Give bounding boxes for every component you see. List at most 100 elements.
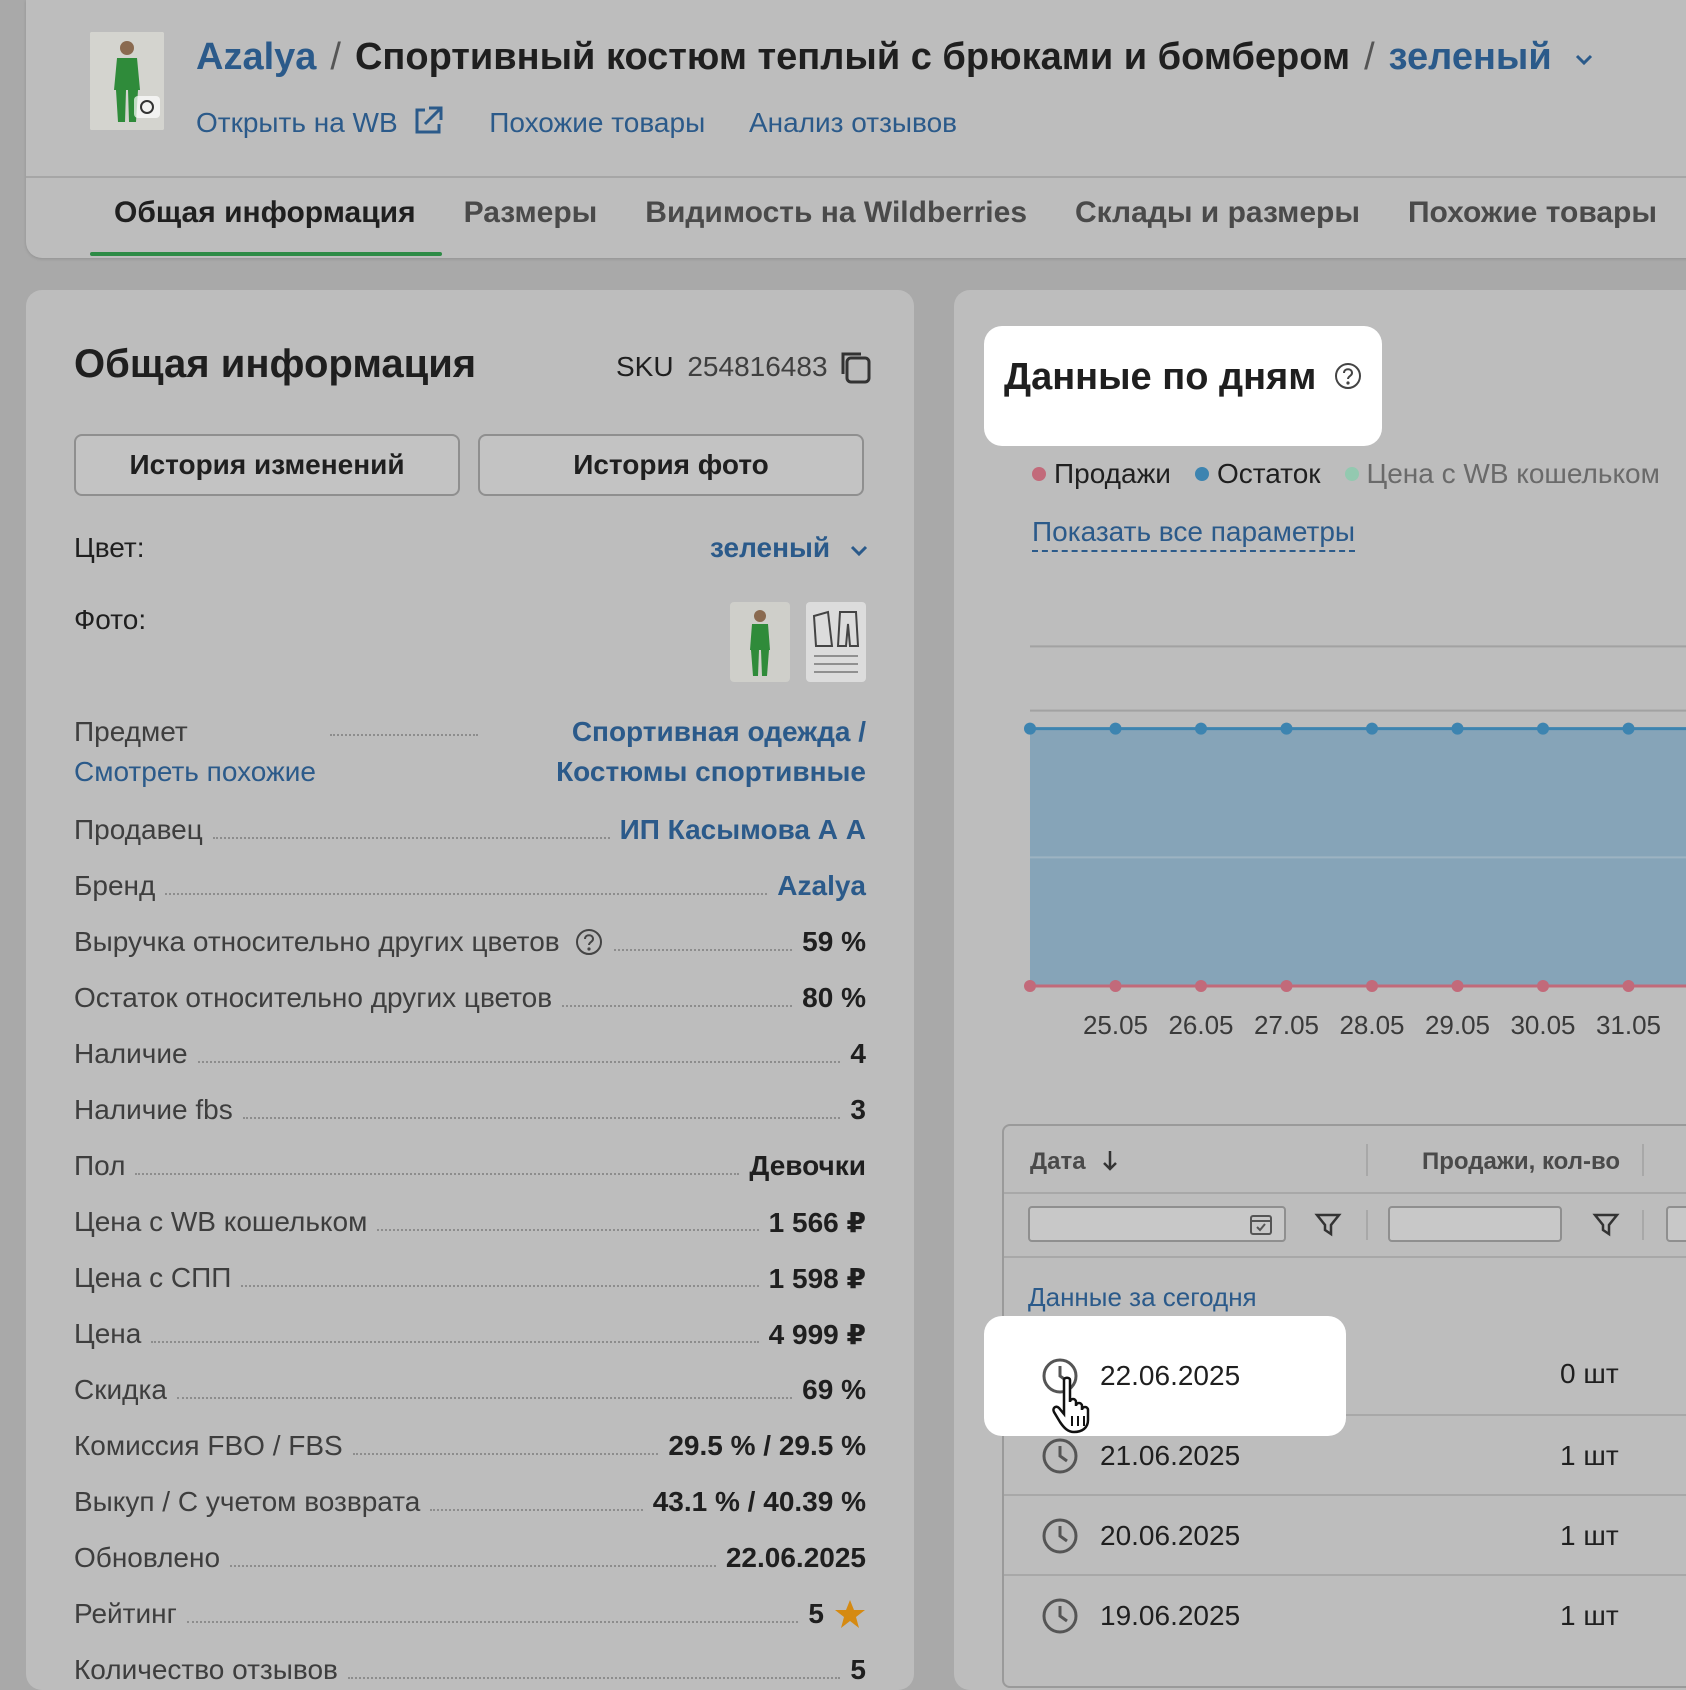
header-divider	[26, 176, 1686, 178]
info-row: Бренд Azalya	[74, 866, 866, 906]
info-row: Цена 4 999 ₽	[74, 1314, 866, 1354]
color-selector[interactable]: зеленый	[1389, 36, 1552, 78]
filter-icon[interactable]	[1314, 1210, 1342, 1238]
dotted-leader	[165, 893, 768, 895]
chevron-down-icon	[850, 545, 867, 556]
reviews-analysis-link[interactable]: Анализ отзывов	[749, 107, 957, 138]
product-thumbnail[interactable]	[90, 32, 164, 130]
similar-products-link[interactable]: Похожие товары	[489, 107, 705, 138]
calendar-icon[interactable]	[1248, 1211, 1274, 1237]
dotted-leader	[430, 1509, 643, 1511]
sales-point[interactable]	[1024, 980, 1036, 992]
row-date: 20.06.2025	[1100, 1520, 1241, 1551]
row-sales-qty: 1 шт	[1560, 1440, 1619, 1471]
dotted-leader	[176, 1397, 793, 1399]
legend-item-stock[interactable]: Остаток	[1194, 458, 1321, 489]
show-all-params-link[interactable]: Показать все параметры	[1032, 516, 1356, 552]
subject-value-2[interactable]: Костюмы спортивные	[556, 756, 866, 788]
sales-column-header[interactable]: Продажи, кол-во	[1422, 1148, 1620, 1176]
tab-similar[interactable]: Похожие товары	[1408, 196, 1657, 230]
sales-point[interactable]	[1537, 980, 1549, 992]
stock-point[interactable]	[1024, 722, 1036, 735]
info-row-label: Цена	[74, 1318, 142, 1349]
first-row-date[interactable]: 22.06.2025	[1100, 1360, 1240, 1392]
tab-general-info[interactable]: Общая информация	[114, 196, 416, 230]
see-similar-link[interactable]: Смотреть похожие	[74, 756, 316, 788]
info-row-value: 69 %	[802, 1374, 866, 1405]
photo-thumb-2[interactable]	[806, 602, 866, 682]
tab-warehouses[interactable]: Склады и размеры	[1075, 196, 1360, 230]
product-name: Спортивный костюм теплый с брюками и бом…	[354, 36, 1351, 78]
product-photo-icon	[90, 32, 164, 130]
sales-point[interactable]	[1195, 980, 1207, 992]
chevron-down-icon[interactable]	[1572, 47, 1596, 71]
stock-point[interactable]	[1280, 722, 1293, 735]
color-dropdown[interactable]: зеленый	[710, 532, 870, 564]
info-row-label: Рейтинг	[74, 1598, 177, 1629]
date-header-label: Дата	[1030, 1148, 1086, 1175]
change-history-button[interactable]: История изменений	[74, 434, 460, 496]
product-photo-icon	[730, 602, 790, 682]
stock-point[interactable]	[1451, 722, 1464, 735]
brand-link[interactable]: Azalya	[196, 36, 316, 78]
today-data-group[interactable]: Данные за сегодня	[1028, 1282, 1257, 1313]
sales-filter-input[interactable]	[1388, 1206, 1562, 1242]
sales-point[interactable]	[1366, 980, 1378, 992]
next-filter-input[interactable]	[1666, 1206, 1686, 1242]
date-filter-input[interactable]	[1028, 1206, 1286, 1242]
help-icon[interactable]	[1333, 361, 1363, 391]
filter-icon[interactable]	[1592, 1210, 1620, 1238]
tab-sizes[interactable]: Размеры	[464, 196, 598, 230]
x-tick-label: 27.05	[1254, 1010, 1319, 1040]
sales-point[interactable]	[1622, 980, 1635, 992]
clock-icon[interactable]	[1040, 1516, 1080, 1556]
general-info-title: Общая информация	[74, 342, 477, 386]
photo-thumb-1[interactable]	[730, 602, 790, 682]
copy-icon[interactable]	[837, 348, 875, 386]
sales-point[interactable]	[1109, 980, 1122, 992]
info-row-value: 4	[850, 1038, 866, 1069]
clock-icon[interactable]	[1040, 1596, 1080, 1636]
stock-point[interactable]	[1537, 722, 1549, 735]
info-row-label: Наличие	[74, 1038, 188, 1069]
column-divider	[1366, 1210, 1368, 1240]
sales-point[interactable]	[1451, 980, 1464, 992]
info-row-value[interactable]: ИП Касымова А А	[620, 814, 866, 846]
sort-down-icon[interactable]	[1100, 1149, 1120, 1173]
column-divider	[1366, 1144, 1368, 1176]
info-row: Скидка 69 %	[74, 1370, 866, 1410]
stock-point[interactable]	[1195, 722, 1207, 735]
table-row[interactable]: 20.06.2025 1 шт	[1004, 1494, 1686, 1576]
column-divider	[1642, 1210, 1644, 1240]
info-row: Обновлено 22.06.2025	[74, 1538, 866, 1578]
info-row-value: 3	[850, 1094, 866, 1125]
info-row-value: 1 598 ₽	[768, 1262, 866, 1294]
product-title: Azalya / Спортивный костюм теплый с брюкам…	[196, 36, 1596, 79]
sales-point[interactable]	[1280, 980, 1293, 992]
help-icon[interactable]	[574, 927, 604, 957]
legend-item-sales[interactable]: Продажи	[1032, 458, 1171, 489]
stock-point[interactable]	[1622, 722, 1635, 735]
table-row[interactable]: 19.06.2025 1 шт	[1004, 1574, 1686, 1656]
clock-icon[interactable]	[1040, 1436, 1080, 1476]
info-row-label: Количество отзывов	[74, 1654, 338, 1685]
sku-info: SKU 254816483	[616, 348, 875, 386]
photo-history-button[interactable]: История фото	[478, 434, 864, 496]
subject-value-1[interactable]: Спортивная одежда /	[572, 716, 866, 748]
external-link-icon[interactable]	[411, 104, 445, 138]
x-tick-label: 25.05	[1083, 1010, 1148, 1040]
info-row-value[interactable]: Azalya	[777, 870, 866, 902]
open-on-wb-link[interactable]: Открыть на WB	[196, 107, 398, 138]
info-row: Продавец ИП Касымова А А	[74, 810, 866, 850]
tab-visibility[interactable]: Видимость на Wildberries	[645, 196, 1027, 230]
stock-point[interactable]	[1366, 722, 1378, 735]
stock-point[interactable]	[1109, 722, 1122, 735]
star-icon	[835, 1600, 865, 1628]
legend-item-wb-price[interactable]: Цена с WB кошельком	[1344, 458, 1660, 489]
daily-data-title-text: Данные по дням	[1004, 356, 1317, 398]
date-column-header[interactable]: Дата	[1030, 1148, 1120, 1176]
row-sales-qty: 1 шт	[1560, 1600, 1619, 1631]
dotted-leader	[151, 1341, 759, 1343]
daily-data-title: Данные по дням	[1004, 356, 1363, 399]
breadcrumb-separator: /	[1364, 36, 1375, 78]
